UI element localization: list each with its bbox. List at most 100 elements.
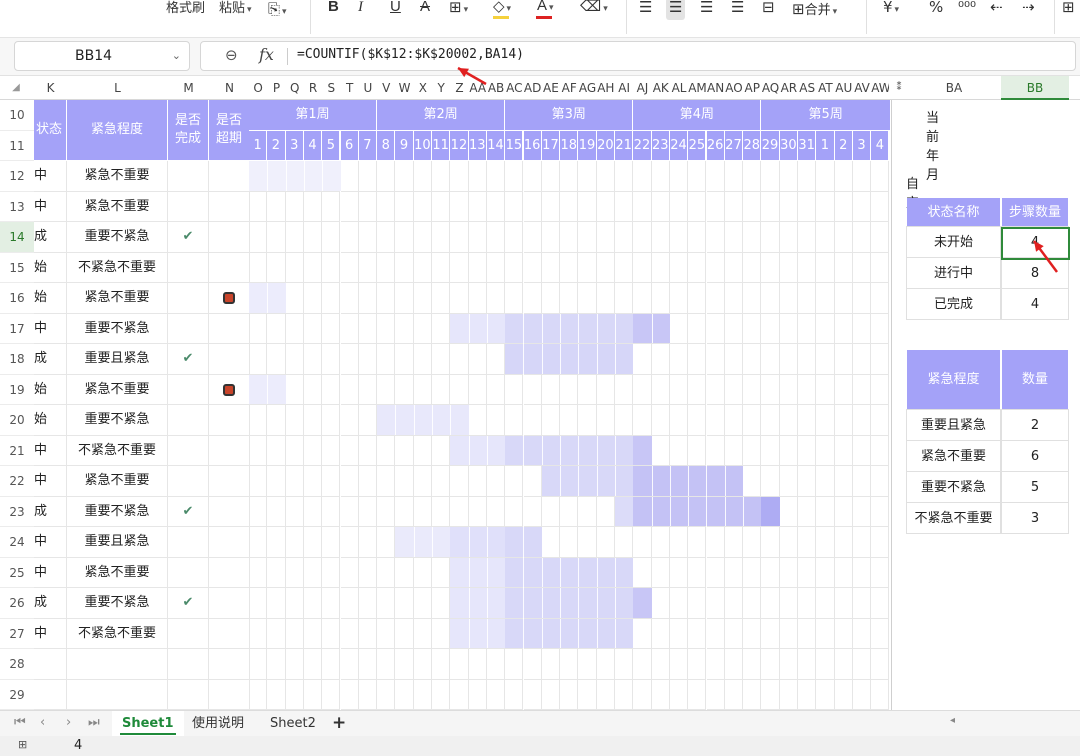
day-cell[interactable] [706,649,725,680]
column-header-an[interactable]: AN [707,76,725,100]
cell-urgency[interactable]: 不紧急不重要 [67,252,168,283]
day-cell[interactable] [486,344,506,375]
day-cell[interactable] [761,405,780,436]
day-cell[interactable] [688,435,707,466]
day-cell[interactable] [706,618,725,649]
day-cell[interactable] [706,374,725,405]
day-cell[interactable] [249,313,268,344]
day-cell[interactable] [779,283,798,314]
day-cell[interactable] [816,618,835,649]
day-cell[interactable] [267,252,286,283]
day-cell[interactable] [523,466,542,497]
day-cell[interactable] [669,588,689,619]
day-cell[interactable] [871,618,890,649]
day-cell[interactable] [852,191,872,222]
day-cell[interactable] [377,679,396,710]
day-cell[interactable] [688,161,707,192]
row-header-28[interactable]: 28 [0,649,34,680]
day-cell[interactable] [285,283,304,314]
day-cell[interactable] [505,679,524,710]
day-cell[interactable] [724,405,744,436]
day-cell[interactable] [486,405,506,436]
day-cell[interactable] [798,435,817,466]
day-cell[interactable] [798,313,817,344]
cell-overdue[interactable] [209,588,250,619]
day-cell[interactable] [322,344,341,375]
day-cell[interactable] [450,222,469,253]
day-cell[interactable] [834,283,853,314]
day-cell[interactable] [633,191,652,222]
day-cell[interactable] [633,405,652,436]
day-cell[interactable] [743,527,762,558]
day-cell[interactable] [669,435,689,466]
day-cell[interactable] [688,222,707,253]
day-cell[interactable] [560,374,579,405]
day-cell[interactable] [669,252,689,283]
day-cell[interactable] [816,466,835,497]
column-header-ag[interactable]: AG [578,76,596,100]
day-cell[interactable] [505,374,524,405]
cell-urgency[interactable]: 紧急不重要 [67,283,168,314]
day-cell[interactable] [761,557,780,588]
day-cell[interactable] [615,405,634,436]
urgency-table-name[interactable]: 重要不紧急 [906,471,1001,503]
paste-special-icon[interactable]: ⎘ ▾ [268,0,287,22]
day-cell[interactable] [358,649,378,680]
day-cell[interactable] [450,496,469,527]
day-cell[interactable] [761,222,780,253]
day-cell[interactable] [834,649,853,680]
check-icon[interactable] [168,161,209,192]
day-cell[interactable] [523,222,542,253]
day-cell[interactable] [450,679,469,710]
day-cell[interactable] [322,283,341,314]
day-cell[interactable] [651,283,670,314]
day-cell[interactable] [816,313,835,344]
day-cell[interactable] [724,344,744,375]
day-cell[interactable] [578,191,597,222]
column-header-ba[interactable]: BA [907,76,1001,100]
day-cell[interactable] [505,466,524,497]
day-cell[interactable] [798,557,817,588]
day-cell[interactable] [468,222,487,253]
day-cell[interactable] [432,374,451,405]
column-header-ao[interactable]: AO [725,76,743,100]
day-cell[interactable] [724,435,744,466]
day-cell[interactable] [322,649,341,680]
day-cell[interactable] [706,405,725,436]
column-header-aw[interactable]: AW [871,76,889,100]
day-cell[interactable] [505,496,524,527]
urgency-table-count[interactable]: 3 [1001,502,1069,534]
justify-icon[interactable]: ☰ [731,0,744,20]
day-cell[interactable] [377,435,396,466]
day-cell[interactable] [285,405,304,436]
day-cell[interactable] [871,313,890,344]
bold-button[interactable]: B [328,0,339,20]
day-cell[interactable] [615,649,634,680]
check-icon[interactable] [168,618,209,649]
day-cell[interactable] [486,679,506,710]
day-cell[interactable] [395,252,414,283]
cell-status[interactable] [34,679,67,710]
day-cell[interactable] [871,222,890,253]
day-cell[interactable] [688,191,707,222]
day-cell[interactable] [523,252,542,283]
check-icon[interactable]: ✔ [168,496,209,527]
day-cell[interactable] [669,222,689,253]
day-cell[interactable] [468,466,487,497]
day-cell[interactable] [798,344,817,375]
day-cell[interactable] [651,222,670,253]
day-cell[interactable] [669,649,689,680]
day-cell[interactable] [358,313,378,344]
day-cell[interactable] [303,313,323,344]
day-cell[interactable] [798,405,817,436]
day-cell[interactable] [358,618,378,649]
column-header-q[interactable]: Q [286,76,304,100]
day-cell[interactable] [267,527,286,558]
day-cell[interactable] [377,191,396,222]
cell-status[interactable]: 中 [34,313,67,344]
cell-urgency[interactable] [67,679,168,710]
check-icon[interactable] [168,283,209,314]
day-cell[interactable] [322,527,341,558]
day-cell[interactable] [596,405,615,436]
day-cell[interactable] [578,405,597,436]
